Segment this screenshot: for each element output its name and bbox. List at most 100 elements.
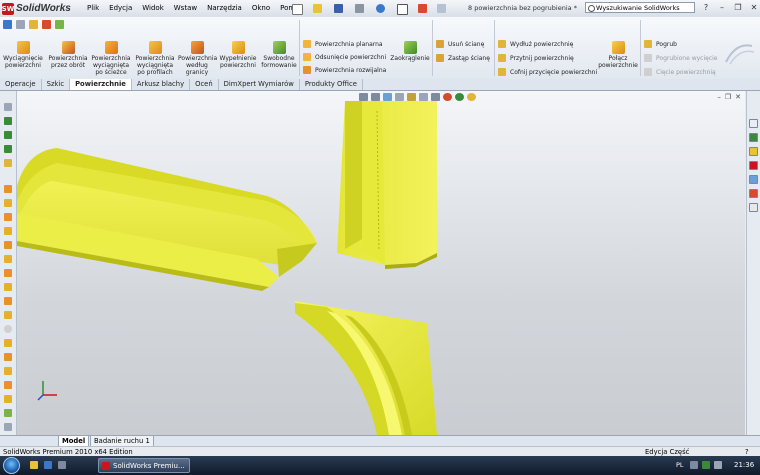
- dome-icon[interactable]: [4, 353, 12, 361]
- custom-properties-icon[interactable]: [749, 203, 758, 212]
- knit-surface-button[interactable]: Połącz powierzchnie: [597, 41, 639, 70]
- offset-surface-button[interactable]: Odsunięcie powierzchni: [303, 53, 386, 61]
- taskbar-solidworks-button[interactable]: SolidWorks Premiu...: [98, 458, 190, 473]
- feature-tree-icon[interactable]: [4, 103, 12, 111]
- quick-launch-desktop-icon[interactable]: [58, 461, 66, 469]
- view-icon[interactable]: [16, 20, 25, 29]
- delete-face-button[interactable]: Usuń ścianę: [436, 40, 484, 48]
- wrap-icon[interactable]: [4, 367, 12, 375]
- model-surfaces[interactable]: [17, 91, 745, 435]
- minimize-button[interactable]: –: [716, 2, 728, 13]
- rib-icon[interactable]: [4, 297, 12, 305]
- tab-dimxpert[interactable]: DimXpert Wymiarów: [219, 79, 300, 90]
- options-icon[interactable]: [437, 4, 446, 13]
- flex-icon[interactable]: [4, 381, 12, 389]
- filled-surface-button[interactable]: Wypełnienie powierzchni: [218, 41, 258, 70]
- freeform-button[interactable]: Swobodne formowanie: [260, 41, 298, 70]
- ruled-surface-button[interactable]: Powierzchnia rozwijalna: [303, 66, 386, 74]
- extend-surface-button[interactable]: Wydłuż powierzchnię: [498, 40, 573, 48]
- display-style-icon[interactable]: [419, 93, 428, 101]
- tray-volume-icon[interactable]: [714, 461, 722, 469]
- revolved-surface-button[interactable]: Powierzchnia przez obrót: [48, 41, 88, 70]
- quick-launch-folder-icon[interactable]: [30, 461, 38, 469]
- file-explorer-icon[interactable]: [749, 147, 758, 156]
- chamfer-icon[interactable]: [4, 269, 12, 277]
- tab-surfaces[interactable]: Powierzchnie: [70, 79, 132, 90]
- menu-tools[interactable]: Narzędzia: [202, 3, 247, 14]
- new-document-icon[interactable]: [292, 4, 303, 15]
- solidworks-resources-icon[interactable]: [749, 119, 758, 128]
- revolve-icon[interactable]: [4, 199, 12, 207]
- deform-icon[interactable]: [4, 395, 12, 403]
- undo-icon[interactable]: [376, 4, 385, 13]
- hide-show-items-icon[interactable]: [431, 93, 440, 101]
- search-input[interactable]: Wyszukiwanie SolidWorks: [585, 2, 695, 13]
- lofted-surface-button[interactable]: Powierzchnia wyciągnięta po profilach: [134, 41, 176, 76]
- vertical-upper-surface[interactable]: [337, 101, 437, 269]
- left-channel-surface[interactable]: [17, 148, 317, 291]
- menu-edit[interactable]: Edycja: [104, 3, 137, 14]
- menu-file[interactable]: Plik: [82, 3, 104, 14]
- tray-network-icon[interactable]: [702, 461, 710, 469]
- tab-evaluate[interactable]: Oceń: [190, 79, 219, 90]
- menu-window[interactable]: Okno: [247, 3, 275, 14]
- extrude-icon[interactable]: [4, 185, 12, 193]
- feature-icon[interactable]: [55, 20, 64, 29]
- draft-icon[interactable]: [4, 311, 12, 319]
- tab-operations[interactable]: Operacje: [0, 79, 42, 90]
- save-icon[interactable]: [334, 4, 343, 13]
- restore-button[interactable]: ❐: [732, 2, 744, 13]
- language-indicator[interactable]: PL: [676, 461, 684, 469]
- fillet-button[interactable]: Zaokrąglenie: [389, 41, 431, 63]
- line-icon[interactable]: [4, 117, 12, 125]
- thickened-cut-button[interactable]: Pogrubione wycięcie: [644, 54, 717, 62]
- view-palette-icon[interactable]: [749, 175, 758, 184]
- section-view-icon[interactable]: [395, 93, 404, 101]
- open-folder-icon[interactable]: [313, 4, 322, 13]
- move-arrow-icon[interactable]: [3, 20, 12, 29]
- viewport-close-icon[interactable]: ✕: [735, 93, 741, 101]
- menu-insert[interactable]: Wstaw: [169, 3, 202, 14]
- cut-icon[interactable]: [4, 241, 12, 249]
- close-button[interactable]: ✕: [748, 2, 760, 13]
- appearances-icon[interactable]: [749, 189, 758, 198]
- zoom-area-icon[interactable]: [371, 93, 380, 101]
- sketch-icon[interactable]: [29, 20, 38, 29]
- design-library-icon[interactable]: [749, 133, 758, 142]
- view-orientation-icon[interactable]: [407, 93, 416, 101]
- rebuild-icon[interactable]: [418, 4, 427, 13]
- apply-scene-icon[interactable]: [455, 93, 464, 101]
- tab-office-products[interactable]: Produkty Office: [300, 79, 363, 90]
- reference-geometry-icon[interactable]: [4, 409, 12, 417]
- help-question-icon[interactable]: ?: [700, 2, 712, 13]
- pattern-icon[interactable]: [4, 339, 12, 347]
- system-clock[interactable]: 21:36: [734, 461, 754, 469]
- loft-icon[interactable]: [4, 227, 12, 235]
- shell-icon[interactable]: [4, 283, 12, 291]
- boundary-surface-button[interactable]: Powierzchnia według granicy: [178, 41, 217, 76]
- mirror-icon[interactable]: [4, 325, 12, 333]
- fillet-tool-icon[interactable]: [4, 255, 12, 263]
- sweep-icon[interactable]: [4, 213, 12, 221]
- view-settings-icon[interactable]: [467, 93, 476, 101]
- print-icon[interactable]: [355, 4, 364, 13]
- viewport-minimize-icon[interactable]: –: [717, 93, 721, 101]
- quick-launch-ie-icon[interactable]: [44, 461, 52, 469]
- graphics-viewport[interactable]: – ❐ ✕: [17, 91, 745, 435]
- extruded-surface-button[interactable]: Wyciągnięcie powierzchni: [3, 41, 43, 70]
- trim-surface-button[interactable]: Przytnij powierzchnię: [498, 54, 574, 62]
- surface-cut-button[interactable]: Cięcie powierzchnią: [644, 68, 716, 76]
- replace-face-button[interactable]: Zastąp ścianę: [436, 54, 490, 62]
- swept-surface-button[interactable]: Powierzchnia wyciągnięta po ścieżce: [91, 41, 131, 76]
- viewport-restore-icon[interactable]: ❐: [725, 93, 731, 101]
- zoom-to-fit-icon[interactable]: [359, 93, 368, 101]
- tray-help-icon[interactable]: [690, 461, 698, 469]
- lower-curved-surface[interactable]: [295, 301, 437, 435]
- start-button-icon[interactable]: [3, 457, 20, 474]
- planar-surface-button[interactable]: Powierzchnia planarna: [303, 40, 383, 48]
- search-results-icon[interactable]: [749, 161, 758, 170]
- menu-view[interactable]: Widok: [137, 3, 169, 14]
- edit-appearance-icon[interactable]: [443, 93, 452, 101]
- previous-view-icon[interactable]: [383, 93, 392, 101]
- tab-sheet-metal[interactable]: Arkusz blachy: [132, 79, 191, 90]
